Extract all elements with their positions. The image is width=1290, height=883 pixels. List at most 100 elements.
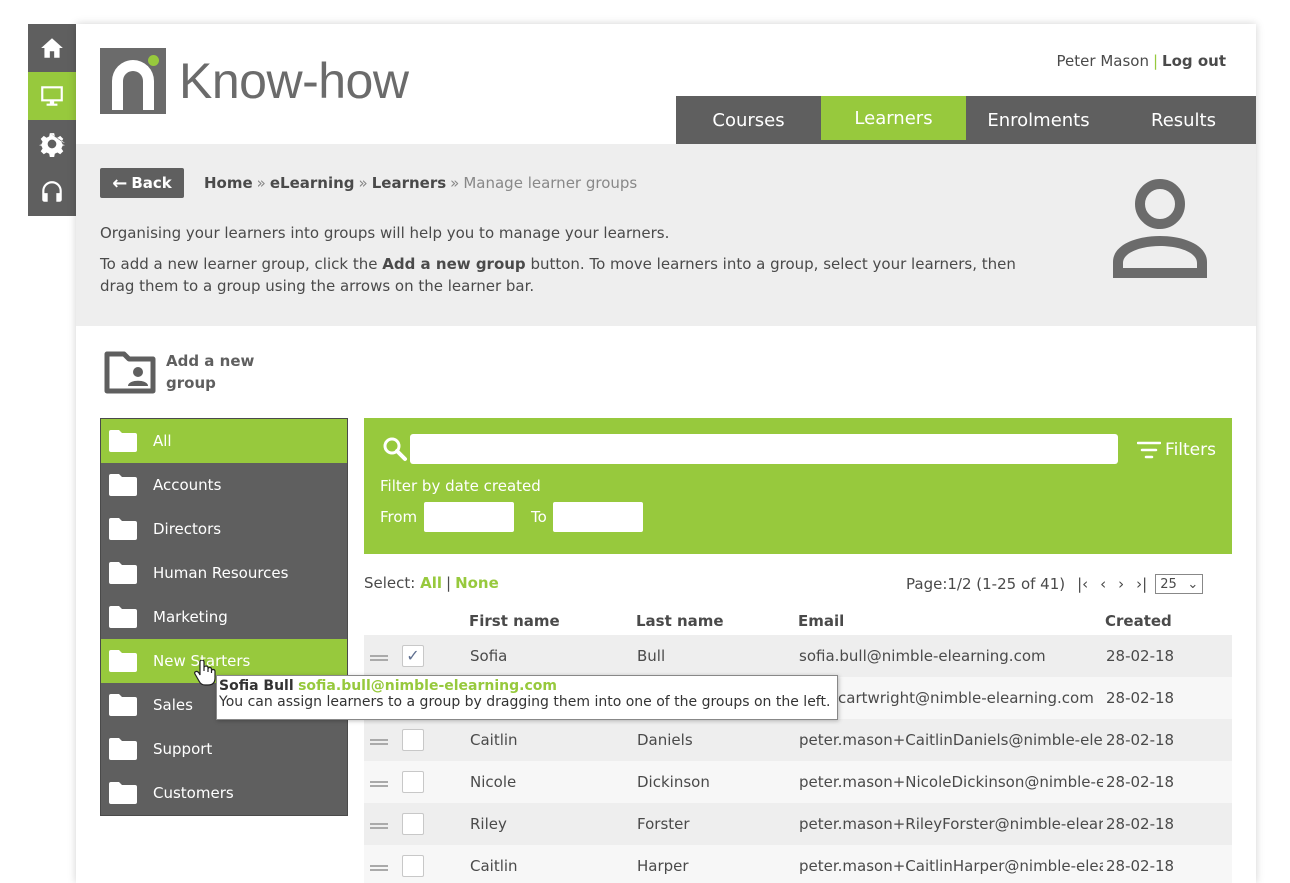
group-label: Directors <box>153 520 222 538</box>
group-label: Accounts <box>153 476 222 494</box>
home-button[interactable] <box>28 24 76 72</box>
row-checkbox[interactable] <box>402 771 424 793</box>
select-none-link[interactable]: None <box>455 574 499 592</box>
next-page-icon[interactable]: › <box>1118 575 1124 593</box>
logout-link[interactable]: Log out <box>1162 52 1226 70</box>
folder-icon <box>109 738 137 760</box>
last-page-icon[interactable]: ›| <box>1136 575 1147 593</box>
cell-created: 28-02-18 <box>1106 815 1175 833</box>
group-item-marketing[interactable]: Marketing <box>101 595 347 639</box>
header-created[interactable]: Created <box>1105 612 1172 630</box>
to-date-input[interactable] <box>553 502 643 532</box>
drag-handle-icon[interactable] <box>370 865 388 871</box>
row-checkbox[interactable] <box>402 729 424 751</box>
drag-handle-icon[interactable] <box>370 655 388 661</box>
group-label: Marketing <box>153 608 228 626</box>
breadcrumb-elearning[interactable]: eLearning <box>270 174 355 192</box>
icon-rail <box>28 24 76 216</box>
header-first-name[interactable]: First name <box>469 612 560 630</box>
select-label: Select: <box>364 574 416 592</box>
user-separator: | <box>1152 52 1159 70</box>
header-email[interactable]: Email <box>798 612 844 630</box>
header-last-name[interactable]: Last name <box>636 612 724 630</box>
group-item-directors[interactable]: Directors <box>101 507 347 551</box>
folder-icon <box>109 694 137 716</box>
table-row[interactable]: Riley Forster peter.mason+RileyForster@n… <box>364 803 1232 845</box>
cell-created: 28-02-18 <box>1106 689 1175 707</box>
filter-icon <box>1137 441 1162 459</box>
user-area: Peter Mason | Log out <box>1057 52 1226 70</box>
cell-first-name: Caitlin <box>470 731 518 749</box>
hand-cursor-icon <box>194 660 216 686</box>
folder-icon <box>109 474 137 496</box>
tab-learners[interactable]: Learners <box>821 96 966 144</box>
add-group-button[interactable]: Add a new group <box>104 350 266 394</box>
chevron-down-icon: ⌄ <box>1187 576 1199 592</box>
user-name: Peter Mason <box>1056 52 1149 70</box>
date-filter-title: Filter by date created <box>380 477 541 495</box>
logo[interactable]: Know-how <box>100 48 409 114</box>
cell-first-name: Nicole <box>470 773 517 791</box>
per-page-value: 25 <box>1160 576 1177 592</box>
group-item-all[interactable]: All <box>101 419 347 463</box>
breadcrumb: Home» eLearning» Learners» Manage learner g… <box>204 174 637 192</box>
table-row[interactable]: Caitlin Daniels peter.mason+CaitlinDanie… <box>364 719 1232 761</box>
add-group-label-1: Add a new <box>166 352 255 370</box>
cell-first-name: Riley <box>470 815 507 833</box>
group-item-human-resources[interactable]: Human Resources <box>101 551 347 595</box>
group-item-accounts[interactable]: Accounts <box>101 463 347 507</box>
filters-label: Filters <box>1165 440 1216 460</box>
tab-enrolments[interactable]: Enrolments <box>966 96 1111 144</box>
tab-results[interactable]: Results <box>1111 96 1256 144</box>
row-checkbox[interactable] <box>402 855 424 877</box>
select-all-link[interactable]: All <box>420 574 442 592</box>
to-label: To <box>531 508 547 526</box>
tooltip-line-1: Sofia Bull sofia.bull@nimble-elearning.c… <box>219 678 835 694</box>
select-controls: Select: All | None <box>364 574 499 592</box>
drag-handle-icon[interactable] <box>370 781 388 787</box>
breadcrumb-home[interactable]: Home <box>204 174 253 192</box>
row-checkbox[interactable]: ✓ <box>402 645 424 667</box>
group-item-support[interactable]: Support <box>101 727 347 771</box>
intro-text-2a: To add a new learner group, click the <box>100 255 383 273</box>
first-page-icon[interactable]: |‹ <box>1077 575 1088 593</box>
home-icon <box>41 38 63 58</box>
group-item-customers[interactable]: Customers <box>101 771 347 815</box>
drag-handle-icon[interactable] <box>370 739 388 745</box>
settings-button[interactable] <box>28 120 76 168</box>
support-button[interactable] <box>28 168 76 216</box>
search-input[interactable] <box>410 434 1118 464</box>
group-label: All <box>153 432 172 450</box>
folder-icon <box>109 562 137 584</box>
folder-icon <box>109 782 137 804</box>
breadcrumb-learners[interactable]: Learners <box>372 174 446 192</box>
filters-button[interactable]: Filters <box>1137 440 1216 460</box>
drag-handle-icon[interactable] <box>370 823 388 829</box>
cell-last-name: Dickinson <box>637 773 710 791</box>
folder-icon <box>109 650 137 672</box>
table-row[interactable]: Caitlin Harper peter.mason+CaitlinHarper… <box>364 845 1232 883</box>
prev-page-icon[interactable]: ‹ <box>1100 575 1106 593</box>
folder-user-icon <box>104 351 156 394</box>
pager: Page:1/2 (1-25 of 41) |‹ ‹ › ›| 25 ⌄ <box>906 574 1204 594</box>
elearning-button[interactable] <box>28 72 76 120</box>
intro-text-1: Organising your learners into groups wil… <box>100 224 670 242</box>
per-page-select[interactable]: 25 ⌄ <box>1155 574 1204 594</box>
add-group-label-2: group <box>166 374 216 392</box>
search-icon[interactable] <box>382 436 408 462</box>
tooltip-name: Sofia Bull <box>219 678 294 694</box>
cell-created: 28-02-18 <box>1106 731 1175 749</box>
group-label: Sales <box>153 696 193 714</box>
from-date-input[interactable] <box>424 502 514 532</box>
tab-courses[interactable]: Courses <box>676 96 821 144</box>
select-separator: | <box>446 574 452 592</box>
folder-icon <box>109 518 137 540</box>
back-button[interactable]: ← Back <box>100 168 184 198</box>
cell-email: sofia.bull@nimble-elearning.com <box>799 647 1046 665</box>
cell-email: peter.mason+NicoleDickinson@nimble-e <box>799 773 1103 791</box>
search-panel: Filters Filter by date created From To <box>364 418 1232 554</box>
page-info: Page:1/2 (1-25 of 41) <box>906 575 1066 593</box>
table-row[interactable]: ✓ Sofia Bull sofia.bull@nimble-elearning… <box>364 635 1232 677</box>
row-checkbox[interactable] <box>402 813 424 835</box>
table-row[interactable]: Nicole Dickinson peter.mason+NicoleDicki… <box>364 761 1232 803</box>
